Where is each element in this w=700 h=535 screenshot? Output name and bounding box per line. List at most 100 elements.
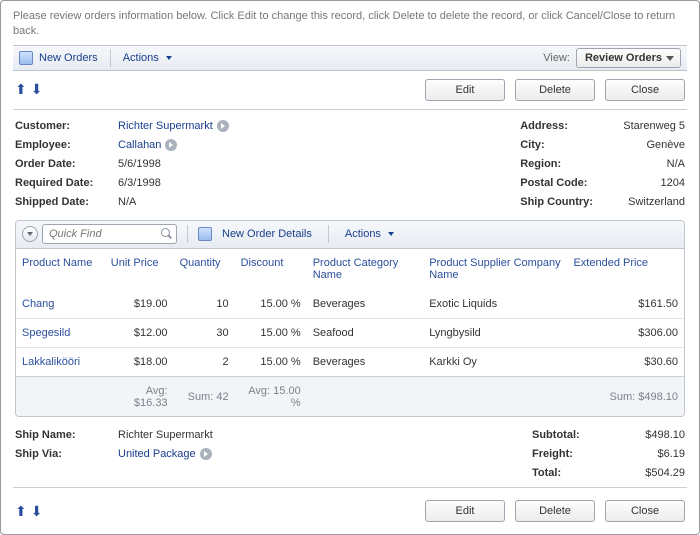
edit-button[interactable]: Edit <box>425 79 505 101</box>
delete-button[interactable]: Delete <box>515 79 595 101</box>
chevron-down-icon <box>388 232 394 236</box>
orderdate-value: 5/6/1998 <box>118 158 229 170</box>
divider <box>13 487 687 488</box>
totals-section: Ship Name: Richter Supermarkt Ship Via: … <box>13 423 687 485</box>
country-label: Ship Country: <box>520 196 615 208</box>
footer-price-avg: Avg: $16.33 <box>105 376 174 417</box>
employee-label: Employee: <box>15 139 110 151</box>
cell-ext: $30.60 <box>567 347 684 376</box>
nav-down-arrow[interactable]: ⬇ <box>31 503 43 520</box>
order-details: Customer: Richter Supermarkt Employee: C… <box>13 116 687 212</box>
region-label: Region: <box>520 158 615 170</box>
view-selected: Review Orders <box>585 52 662 64</box>
actions-label: Actions <box>123 52 159 64</box>
table-row[interactable]: Lakkalikööri $18.00 2 15.00 % Beverages … <box>16 347 684 376</box>
nav-up-arrow[interactable]: ⬆ <box>15 81 27 98</box>
col-quantity[interactable]: Quantity <box>174 249 235 290</box>
shippeddate-label: Shipped Date: <box>15 196 110 208</box>
quickfind-input[interactable] <box>47 227 161 241</box>
cell-discount: 15.00 % <box>235 347 307 376</box>
table-row[interactable]: Spegesild $12.00 30 15.00 % Seafood Lyng… <box>16 318 684 347</box>
cell-discount: 15.00 % <box>235 289 307 318</box>
total-label: Total: <box>532 467 602 479</box>
cell-ext: $306.00 <box>567 318 684 347</box>
orderdate-label: Order Date: <box>15 158 110 170</box>
nav-up-arrow[interactable]: ⬆ <box>15 503 27 520</box>
view-selector[interactable]: Review Orders <box>576 48 681 68</box>
close-button[interactable]: Close <box>605 500 685 522</box>
delete-button[interactable]: Delete <box>515 500 595 522</box>
address-value: Starenweg 5 <box>623 120 685 132</box>
quickfind-box[interactable] <box>42 224 177 244</box>
cell-qty: 10 <box>174 289 235 318</box>
footer-discount-avg: Avg: 15.00 % <box>235 376 307 417</box>
chevron-down-icon <box>666 56 674 61</box>
cell-price: $12.00 <box>105 318 174 347</box>
country-value: Switzerland <box>623 196 685 208</box>
search-icon[interactable] <box>161 228 172 240</box>
order-details-grid: New Order Details Actions Product Name U… <box>15 220 685 417</box>
order-review-page: Please review orders information below. … <box>0 0 700 535</box>
actions-menu[interactable]: Actions <box>117 52 178 64</box>
postal-value: 1204 <box>623 177 685 189</box>
shipvia-label: Ship Via: <box>15 448 110 460</box>
divider <box>13 109 687 110</box>
details-table: Product Name Unit Price Quantity Discoun… <box>16 249 684 417</box>
subtotal-label: Subtotal: <box>532 429 602 441</box>
col-ext[interactable]: Extended Price <box>567 249 684 290</box>
cell-price: $19.00 <box>105 289 174 318</box>
new-details-icon <box>198 227 212 241</box>
cell-product[interactable]: Spegesild <box>16 318 105 347</box>
new-orders-icon <box>19 51 33 65</box>
total-value: $504.29 <box>610 467 685 479</box>
shipname-value: Richter Supermarkt <box>118 429 213 441</box>
city-label: City: <box>520 139 615 151</box>
new-orders-link[interactable]: New Orders <box>33 52 104 64</box>
shipname-label: Ship Name: <box>15 429 110 441</box>
cell-discount: 15.00 % <box>235 318 307 347</box>
table-row[interactable]: Chang $19.00 10 15.00 % Beverages Exotic… <box>16 289 684 318</box>
cell-supplier: Lyngbysild <box>423 318 567 347</box>
col-category[interactable]: Product Category Name <box>307 249 424 290</box>
toolbar-separator <box>110 49 111 67</box>
postal-label: Postal Code: <box>520 177 615 189</box>
customer-value[interactable]: Richter Supermarkt <box>118 120 229 132</box>
freight-value: $6.19 <box>610 448 685 460</box>
cell-ext: $161.50 <box>567 289 684 318</box>
quickfind-toggle[interactable] <box>22 226 38 242</box>
col-unitprice[interactable]: Unit Price <box>105 249 174 290</box>
footer-ext-sum: Sum: $498.10 <box>567 376 684 417</box>
footer-qty-sum: Sum: 42 <box>174 376 235 417</box>
chevron-down-icon <box>27 232 33 236</box>
toolbar-separator <box>187 225 188 243</box>
customer-label: Customer: <box>15 120 110 132</box>
cell-product[interactable]: Lakkalikööri <box>16 347 105 376</box>
requireddate-label: Required Date: <box>15 177 110 189</box>
col-product[interactable]: Product Name <box>16 249 105 290</box>
cell-supplier: Exotic Liquids <box>423 289 567 318</box>
cell-qty: 2 <box>174 347 235 376</box>
cell-qty: 30 <box>174 318 235 347</box>
employee-value[interactable]: Callahan <box>118 139 229 151</box>
view-label: View: <box>543 52 570 64</box>
col-supplier[interactable]: Product Supplier Company Name <box>423 249 567 290</box>
cell-category: Seafood <box>307 318 424 347</box>
cell-category: Beverages <box>307 347 424 376</box>
goto-icon <box>217 120 229 132</box>
address-label: Address: <box>520 120 615 132</box>
cell-supplier: Karkki Oy <box>423 347 567 376</box>
shippeddate-value: N/A <box>118 196 229 208</box>
close-button[interactable]: Close <box>605 79 685 101</box>
edit-button[interactable]: Edit <box>425 500 505 522</box>
grid-actions-menu[interactable]: Actions <box>339 228 400 240</box>
city-value: Genève <box>623 139 685 151</box>
bottom-nav-row: ⬆ ⬇ Edit Delete Close <box>13 494 687 528</box>
cell-price: $18.00 <box>105 347 174 376</box>
subtotal-value: $498.10 <box>610 429 685 441</box>
col-discount[interactable]: Discount <box>235 249 307 290</box>
shipvia-value[interactable]: United Package <box>118 448 213 460</box>
new-order-details-link[interactable]: New Order Details <box>216 228 318 240</box>
cell-product[interactable]: Chang <box>16 289 105 318</box>
nav-down-arrow[interactable]: ⬇ <box>31 81 43 98</box>
cell-category: Beverages <box>307 289 424 318</box>
